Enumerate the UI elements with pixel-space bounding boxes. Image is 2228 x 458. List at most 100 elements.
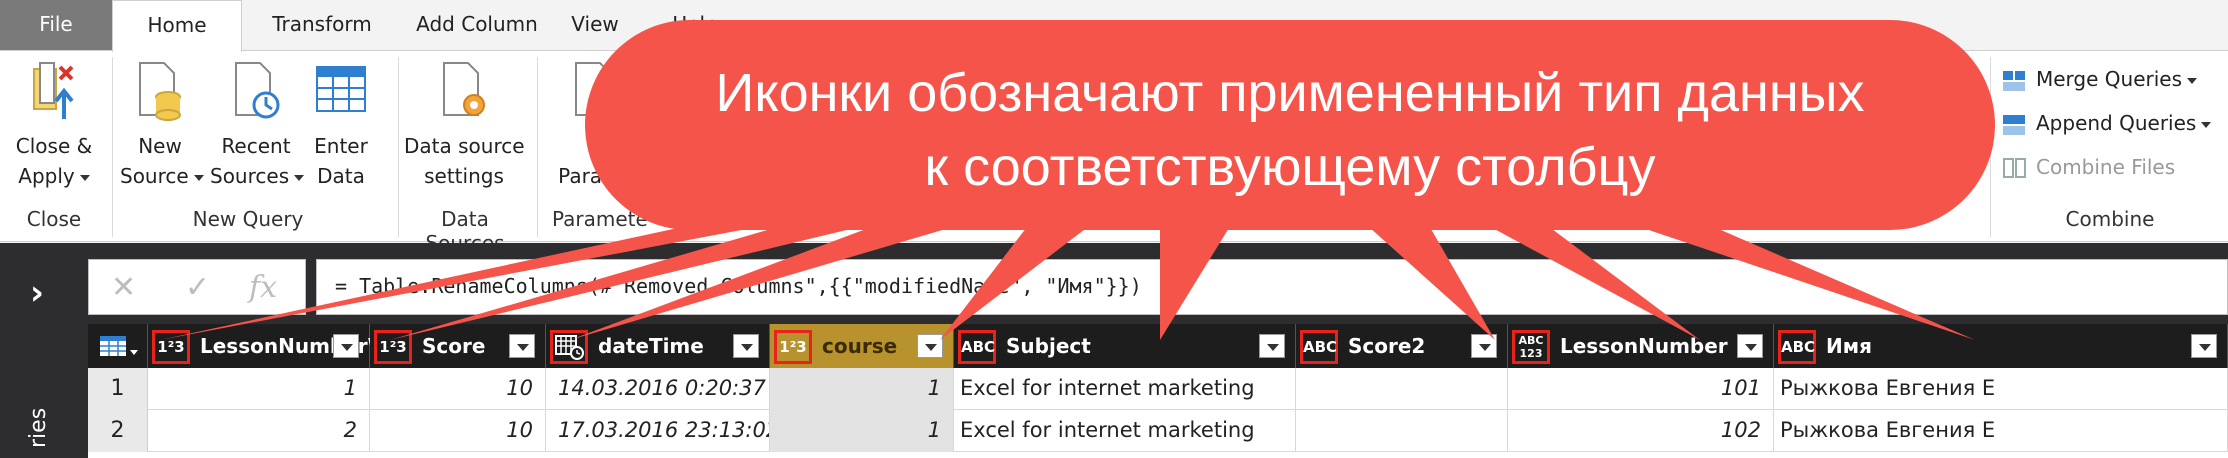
column-header-course[interactable]: 1²3 course — [770, 324, 954, 368]
close-apply-label-line2: Apply — [6, 161, 102, 191]
chevron-down-icon — [2187, 77, 2198, 84]
enter-data-button[interactable]: Enter Data — [306, 59, 376, 191]
filter-dropdown-button[interactable] — [1471, 334, 1497, 358]
table-menu-icon — [100, 336, 138, 356]
column-name: dateTime — [598, 334, 704, 358]
whole-number-type-icon[interactable]: 1²3 — [152, 330, 190, 364]
combine-files-icon — [2003, 157, 2026, 178]
tab-file[interactable]: File — [0, 0, 112, 50]
group-divider — [1990, 57, 1991, 237]
settings-gear-icon — [436, 59, 492, 125]
enter-data-label-line2: Data — [317, 164, 365, 188]
any-type-icon[interactable]: ABC 123 — [1512, 330, 1550, 364]
commit-icon[interactable]: ✓ — [185, 270, 210, 305]
group-divider — [112, 57, 113, 237]
column-name: Score2 — [1348, 334, 1426, 358]
close-apply-label-line1: Close & — [15, 134, 93, 158]
column-header-datetime[interactable]: dateTime — [546, 324, 770, 368]
chevron-down-icon — [294, 174, 305, 181]
column-name: Имя — [1826, 334, 1872, 358]
recent-sources-icon — [228, 59, 284, 125]
table-cell[interactable] — [1296, 410, 1508, 452]
table-cell[interactable]: Excel for internet marketing — [954, 368, 1296, 410]
filter-dropdown-button[interactable] — [509, 334, 535, 358]
filter-dropdown-button[interactable] — [917, 334, 943, 358]
row-number[interactable]: 1 — [88, 368, 148, 410]
table-cell[interactable]: 1 — [770, 368, 954, 410]
group-label-close: Close — [26, 207, 82, 231]
recent-sources-label-line2: Sources — [210, 161, 305, 191]
append-queries-button[interactable]: Append Queries — [2002, 111, 2212, 137]
row-number[interactable]: 2 — [88, 410, 148, 452]
enter-data-label-line1: Enter — [314, 134, 368, 158]
table-cell[interactable]: 10 — [370, 410, 546, 452]
group-divider — [398, 57, 399, 237]
data-grid: 1²3 LessonNumberWhole 1²3 Score dateTime… — [88, 324, 2228, 458]
group-label-new-query: New Query — [192, 207, 304, 231]
column-header-imya[interactable]: ABC Имя — [1774, 324, 2228, 368]
queries-pane-label: ries — [26, 407, 51, 448]
column-header-lessonnumber[interactable]: ABC 123 LessonNumber — [1508, 324, 1774, 368]
recent-sources-button[interactable]: Recent Sources — [210, 59, 305, 191]
table-cell[interactable]: 14.03.2016 0:20:37 — [546, 368, 770, 410]
column-header-score2[interactable]: ABC Score2 — [1296, 324, 1508, 368]
table-cell[interactable]: 2 — [148, 410, 370, 452]
table-menu-button[interactable] — [88, 324, 148, 368]
whole-number-type-icon[interactable]: 1²3 — [374, 330, 412, 364]
table-cell[interactable]: 10 — [370, 368, 546, 410]
group-label-parameters: Paramete — [552, 207, 648, 231]
table-cell[interactable]: 101 — [1508, 368, 1774, 410]
chevron-down-icon — [79, 174, 90, 181]
table-cell[interactable]: 102 — [1508, 410, 1774, 452]
merge-queries-button[interactable]: Merge Queries — [2002, 67, 2198, 93]
tab-view[interactable]: View — [555, 0, 635, 50]
chevron-down-icon — [2201, 121, 2212, 128]
table-cell[interactable]: Excel for internet marketing — [954, 410, 1296, 452]
whole-number-type-icon[interactable]: 1²3 — [774, 330, 812, 364]
filter-dropdown-button[interactable] — [1259, 334, 1285, 358]
expand-queries-chevron-icon[interactable]: › — [30, 273, 44, 313]
ribbon-tab-bar: File Home Transform Add Column View Help — [0, 0, 2228, 52]
datetime-type-icon[interactable] — [550, 330, 588, 364]
fx-icon[interactable]: fx — [249, 270, 277, 305]
tab-transform[interactable]: Transform — [242, 0, 402, 50]
group-divider — [537, 57, 538, 237]
text-type-icon[interactable]: ABC — [1300, 330, 1338, 364]
data-source-settings-label-line1: Data source — [404, 134, 525, 158]
table-cell[interactable]: 17.03.2016 23:13:02 — [546, 410, 770, 452]
tab-help[interactable]: Help — [655, 0, 735, 50]
text-type-icon[interactable]: ABC — [958, 330, 996, 364]
cancel-icon[interactable]: ✕ — [111, 270, 136, 305]
filter-dropdown-button[interactable] — [733, 334, 759, 358]
close-apply-button[interactable]: Close & Apply — [6, 59, 102, 191]
text-type-icon[interactable]: ABC — [1778, 330, 1816, 364]
callout-line-1: Иконки обозначают примененный тип данных — [715, 63, 1865, 123]
filter-dropdown-button[interactable] — [2191, 334, 2217, 358]
table-cell[interactable]: Рыжкова Евгения Е — [1774, 368, 2228, 410]
table-cell[interactable] — [1296, 368, 1508, 410]
formula-input[interactable]: = Table.RenameColumns(#"Removed Columns"… — [316, 259, 2228, 315]
new-source-label-line1: New — [138, 134, 182, 158]
table-cell[interactable]: Рыжкова Евгения Е — [1774, 410, 2228, 452]
chevron-down-icon — [193, 174, 204, 181]
callout-text: Иконки обозначают примененный тип данных… — [600, 56, 1980, 204]
new-source-label-line2: Source — [120, 161, 204, 191]
column-name: Score — [422, 334, 486, 358]
column-name: Subject — [1006, 334, 1091, 358]
data-source-settings-button[interactable]: Data source settings — [404, 59, 525, 191]
tab-home[interactable]: Home — [112, 0, 242, 52]
filter-dropdown-button[interactable] — [333, 334, 359, 358]
table-cell[interactable]: 1 — [770, 410, 954, 452]
column-header-subject[interactable]: ABC Subject — [954, 324, 1296, 368]
tab-add-column[interactable]: Add Column — [392, 0, 562, 50]
new-source-button[interactable]: New Source — [120, 59, 204, 191]
combine-files-button[interactable]: Combine Files — [2002, 155, 2175, 181]
column-header-score[interactable]: 1²3 Score — [370, 324, 546, 368]
table-row[interactable]: 2 2 10 17.03.2016 23:13:02 1 Excel for i… — [88, 410, 2228, 452]
table-icon — [313, 59, 369, 125]
callout-line-2: к соответствующему столбцу — [924, 137, 1656, 197]
table-cell[interactable]: 1 — [148, 368, 370, 410]
filter-dropdown-button[interactable] — [1737, 334, 1763, 358]
column-header-lessonnumberwhole[interactable]: 1²3 LessonNumberWhole — [148, 324, 438, 368]
table-row[interactable]: 1 1 10 14.03.2016 0:20:37 1 Excel for in… — [88, 368, 2228, 410]
